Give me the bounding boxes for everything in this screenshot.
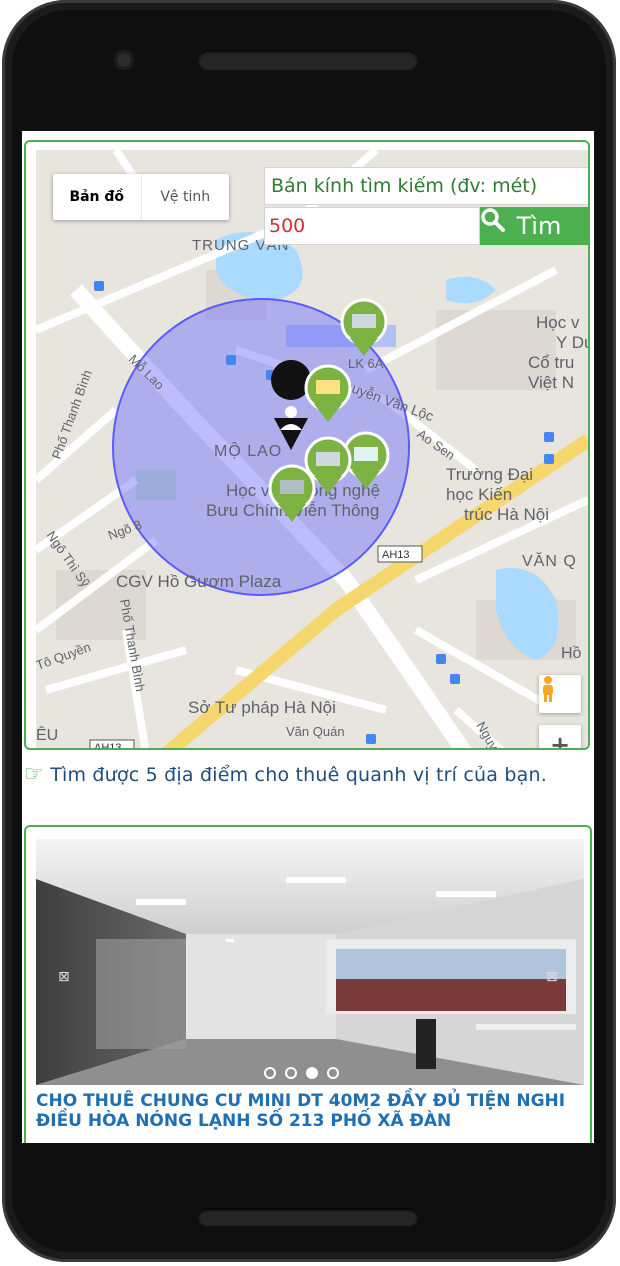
map-label: VĂN Q: [522, 551, 577, 570]
listing-title[interactable]: CHO THUÊ CHUNG CƯ MINI DT 40M2 ĐẦY ĐỦ TI…: [36, 1091, 588, 1131]
carousel-dot[interactable]: [327, 1067, 339, 1079]
carousel-prev-icon[interactable]: ⊠: [58, 969, 70, 985]
map[interactable]: TRUNG VĂN Học v Y Dư Cổ tru Việt N Mỗ La…: [36, 150, 588, 750]
result-summary: ☞ Tìm được 5 địa điểm cho thuê quanh vị …: [24, 761, 590, 789]
map-label: Hồ: [561, 645, 582, 662]
map-type-satellite-button[interactable]: Vệ tinh: [142, 174, 230, 220]
bottom-speaker: [198, 1208, 418, 1226]
map-card: TRUNG VĂN Học v Y Dư Cổ tru Việt N Mỗ La…: [24, 140, 590, 750]
listing-photo-carousel[interactable]: ⊠ ⊠: [36, 839, 584, 1085]
pegman-icon: [543, 676, 553, 702]
search-icon: [481, 208, 505, 232]
top-speaker: [198, 50, 418, 70]
map-label: Việt N: [528, 373, 574, 392]
result-text: Tìm được 5 địa điểm cho thuê quanh vị tr…: [50, 764, 547, 786]
highway-shield: AH13: [382, 549, 410, 561]
map-label: Học v: [536, 313, 580, 332]
map-label: ÊU: [36, 725, 58, 744]
search-button-label: Tìm: [516, 212, 562, 240]
search-button[interactable]: Tìm: [480, 207, 588, 245]
listing-card[interactable]: ⊠ ⊠ CHO THUÊ CHUNG CƯ MINI DT 40M2 ĐẦY Đ…: [24, 825, 592, 1143]
map-label: Sở Tư pháp Hà Nội: [188, 698, 336, 717]
highway-shield: AH13: [94, 742, 122, 750]
map-label: Văn Quán: [286, 724, 345, 739]
map-label: trúc Hà Nội: [464, 505, 549, 524]
map-label: Cổ tru: [528, 353, 574, 372]
map-label: học Kiến: [446, 485, 512, 504]
map-label: LK 6A: [348, 356, 384, 371]
carousel-dot[interactable]: [285, 1067, 297, 1079]
front-camera: [114, 50, 134, 70]
carousel-dot-active[interactable]: [306, 1067, 318, 1079]
radius-input[interactable]: 500: [264, 207, 480, 245]
map-label: CGV Hồ Gươm Plaza: [116, 572, 282, 591]
map-label: MỘ LAO: [214, 441, 282, 460]
listing-photo: [36, 839, 584, 1085]
map-label: Y Dư: [556, 333, 588, 352]
carousel-dots: [264, 1067, 339, 1079]
pointing-hand-icon: ☞: [24, 762, 44, 787]
screen: TRUNG VĂN Học v Y Dư Cổ tru Việt N Mỗ La…: [22, 131, 594, 1143]
map-type-control: Bản đồ Vệ tinh: [53, 174, 229, 220]
map-type-map-button[interactable]: Bản đồ: [53, 174, 142, 220]
map-label: Trường Đại: [446, 465, 533, 484]
carousel-next-icon[interactable]: ⊠: [546, 969, 558, 985]
zoom-in-button[interactable]: +: [539, 725, 581, 748]
radius-label: Bán kính tìm kiếm (đv: mét): [264, 167, 588, 205]
carousel-dot[interactable]: [264, 1067, 276, 1079]
street-view-pegman[interactable]: [539, 675, 581, 713]
